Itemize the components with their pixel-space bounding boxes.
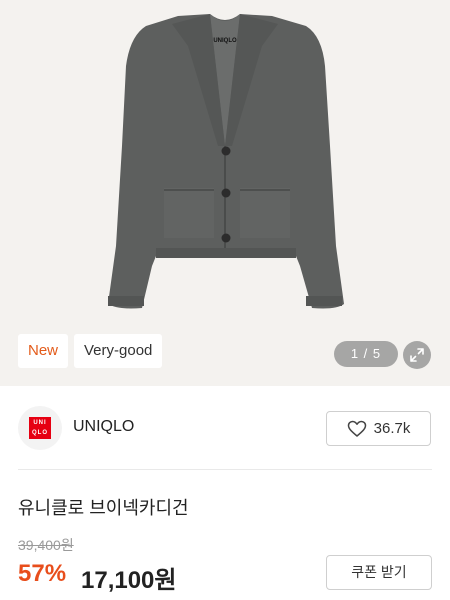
uniqlo-logo-icon: UNI QLO: [29, 417, 51, 439]
expand-icon: [410, 348, 424, 362]
coupon-button[interactable]: 쿠폰 받기: [326, 555, 432, 590]
product-label-text: UNIQLO: [213, 38, 237, 44]
divider: [18, 469, 432, 470]
product-image-area[interactable]: UNIQLO New Very-good 1 / 5: [0, 0, 450, 386]
product-title: 유니클로 브이넥카디건: [18, 498, 189, 518]
discount-rate: 57%: [18, 560, 67, 587]
like-button[interactable]: 36.7k: [326, 411, 431, 446]
product-image: UNIQLO: [108, 14, 344, 309]
brand-name[interactable]: UNIQLO: [73, 418, 134, 436]
sale-price: 17,100원: [81, 567, 177, 594]
logo-text-top: UNI: [33, 420, 47, 426]
like-count: 36.7k: [373, 420, 411, 437]
image-counter: 1 / 5: [334, 341, 398, 367]
logo-text-bottom: QLO: [32, 430, 48, 436]
original-price: 39,400원: [18, 537, 74, 553]
heart-icon: [347, 420, 366, 437]
tag-new: New: [18, 334, 69, 368]
brand-logo[interactable]: UNI QLO: [18, 406, 62, 450]
brand-row[interactable]: UNI QLO UNIQLO 36.7k: [18, 404, 432, 452]
expand-button[interactable]: [403, 341, 431, 369]
tag-condition: Very-good: [74, 334, 163, 368]
